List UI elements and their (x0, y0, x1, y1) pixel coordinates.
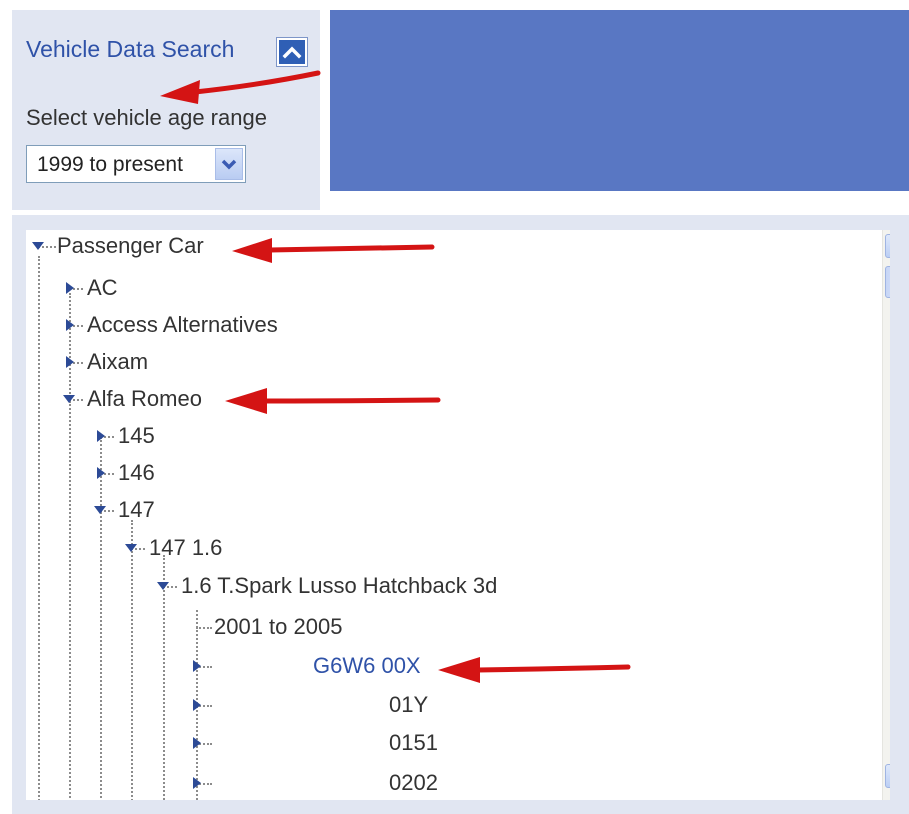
tree-node-01y[interactable]: 01Y (389, 692, 428, 718)
triangle-right-icon[interactable] (191, 699, 203, 711)
tree-node-147[interactable]: 147 (118, 497, 155, 523)
tree-node-147-1-6[interactable]: 147 1.6 (149, 535, 222, 561)
age-range-value: 1999 to present (37, 153, 183, 176)
chevron-up-icon (282, 46, 302, 59)
tree-branch (196, 627, 212, 629)
tree-node-ac[interactable]: AC (87, 275, 118, 301)
chevron-down-icon (221, 159, 237, 170)
tree-guide-line (38, 256, 40, 800)
scroll-down-button[interactable] (885, 764, 890, 788)
triangle-right-icon[interactable] (64, 282, 76, 294)
header-banner (330, 10, 909, 191)
triangle-right-icon[interactable] (191, 660, 203, 672)
triangle-down-icon[interactable] (32, 240, 44, 252)
scroll-thumb[interactable] (885, 266, 890, 298)
triangle-right-icon[interactable] (64, 356, 76, 368)
tree-node-aixam[interactable]: Aixam (87, 349, 148, 375)
tree-node-146[interactable]: 146 (118, 460, 155, 486)
tree-guide-line (69, 401, 71, 800)
tree-guide-line (69, 293, 71, 401)
tree-scrollbar[interactable] (882, 230, 890, 800)
tree-guide-line (100, 437, 102, 800)
triangle-right-icon[interactable] (64, 319, 76, 331)
tree-node-lusso-hatchback[interactable]: 1.6 T.Spark Lusso Hatchback 3d (181, 573, 497, 599)
collapse-panel-button[interactable] (277, 38, 307, 66)
vehicle-search-panel: Vehicle Data Search Select vehicle age r… (12, 10, 320, 210)
tree-panel: Passenger Car AC Access Alternatives Aix… (12, 215, 909, 814)
triangle-right-icon[interactable] (95, 467, 107, 479)
triangle-down-icon[interactable] (125, 542, 137, 554)
chevron-down-icon (886, 765, 890, 787)
age-range-label: Select vehicle age range (26, 105, 267, 130)
tree-node-g6w6-00x[interactable]: G6W6 00X (313, 653, 421, 679)
tree-node-145[interactable]: 145 (118, 423, 155, 449)
triangle-down-icon[interactable] (157, 580, 169, 592)
vehicle-tree: Passenger Car AC Access Alternatives Aix… (26, 230, 890, 800)
age-range-select[interactable]: 1999 to present (26, 145, 246, 183)
tree-node-passenger-car[interactable]: Passenger Car (57, 233, 204, 259)
tree-node-alfa-romeo[interactable]: Alfa Romeo (87, 386, 202, 412)
scroll-up-button[interactable] (885, 234, 890, 258)
tree-node-access-alternatives[interactable]: Access Alternatives (87, 312, 278, 338)
tree-node-0202[interactable]: 0202 (389, 770, 438, 796)
search-panel-title: Vehicle Data Search (26, 36, 235, 62)
triangle-right-icon[interactable] (191, 737, 203, 749)
tree-node-2001-to-2005[interactable]: 2001 to 2005 (214, 614, 342, 640)
dropdown-button[interactable] (215, 148, 243, 180)
triangle-right-icon[interactable] (191, 777, 203, 789)
tree-node-0151[interactable]: 0151 (389, 730, 438, 756)
triangle-right-icon[interactable] (95, 430, 107, 442)
chevron-up-icon (886, 235, 890, 257)
tree-guide-line (131, 520, 133, 800)
triangle-down-icon[interactable] (94, 504, 106, 516)
triangle-down-icon[interactable] (63, 393, 75, 405)
